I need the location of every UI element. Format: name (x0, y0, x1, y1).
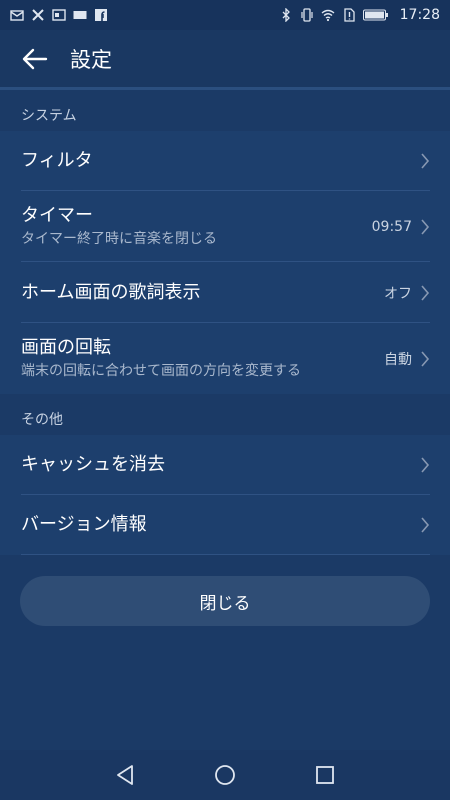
sim-alert-icon (343, 8, 355, 22)
setting-row-lyrics[interactable]: ホーム画面の歌詞表示 オフ (0, 262, 450, 323)
setting-row-version[interactable]: バージョン情報 (0, 495, 450, 555)
section-header-other: その他 (0, 399, 450, 439)
battery-icon (362, 9, 388, 21)
row-text: ホーム画面の歌詞表示 (21, 282, 384, 304)
status-right-icons: 17:28 (279, 7, 440, 23)
bluetooth-icon (282, 8, 290, 22)
square-recents-icon (316, 766, 334, 784)
row-text: フィルタ (21, 150, 420, 172)
page-title: 設定 (70, 47, 112, 72)
nav-back-button[interactable] (111, 761, 139, 789)
card-icon (52, 9, 66, 21)
row-value: 自動 (384, 351, 412, 368)
chevron-right-icon (421, 457, 430, 473)
row-title: フィルタ (21, 150, 93, 171)
section-header-system: システム (0, 95, 450, 135)
app-bar: 設定 (0, 30, 450, 90)
chevron-right-icon (421, 350, 430, 367)
row-subtitle: タイマー終了時に音楽を閉じる (21, 230, 217, 247)
divider (21, 554, 430, 555)
arrow-left-icon (22, 48, 48, 69)
row-value: オフ (384, 285, 412, 302)
circle-home-icon (215, 765, 235, 785)
chevron-right-icon (421, 218, 430, 235)
facebook-icon (95, 9, 107, 21)
nav-recents-button[interactable] (311, 761, 339, 789)
mail-icon (10, 10, 24, 21)
setting-row-clear-cache[interactable]: キャッシュを消去 (0, 435, 450, 495)
tools-icon (32, 9, 44, 21)
setting-row-filter[interactable]: フィルタ (0, 131, 450, 191)
row-subtitle: 端末の回転に合わせて画面の方向を変更する (21, 362, 301, 379)
chevron-right-icon (421, 153, 430, 169)
row-text: タイマー タイマー終了時に音楽を閉じる (21, 205, 372, 249)
row-text: バージョン情報 (21, 514, 420, 536)
back-button[interactable] (0, 29, 70, 89)
chevron-right-icon (421, 284, 430, 301)
status-time: 17:28 (399, 7, 440, 23)
setting-row-timer[interactable]: タイマー タイマー終了時に音楽を閉じる 09:57 (0, 191, 450, 262)
row-title: タイマー (21, 204, 93, 226)
row-title: ホーム画面の歌詞表示 (21, 281, 201, 303)
section-system: フィルタ タイマー タイマー終了時に音楽を閉じる 09:57 ホーム画面の歌詞表… (0, 131, 450, 394)
section-other: キャッシュを消去 バージョン情報 (0, 435, 450, 555)
vibrate-icon (301, 8, 313, 22)
triangle-back-icon (117, 765, 133, 785)
docs-icon (73, 11, 87, 19)
row-title: バージョン情報 (21, 514, 147, 535)
row-text: キャッシュを消去 (21, 454, 420, 476)
row-value: 09:57 (371, 218, 412, 235)
row-title: 画面の回転 (21, 336, 111, 358)
wifi-icon (321, 9, 335, 22)
status-left-icons (10, 8, 108, 22)
row-text: 画面の回転 端末の回転に合わせて画面の方向を変更する (21, 337, 384, 381)
row-title: キャッシュを消去 (21, 454, 165, 475)
setting-row-rotation[interactable]: 画面の回転 端末の回転に合わせて画面の方向を変更する 自動 (0, 323, 450, 394)
status-bar: 17:28 (0, 0, 450, 30)
close-button[interactable]: 閉じる (20, 576, 430, 626)
nav-home-button[interactable] (211, 761, 239, 789)
navigation-bar (0, 750, 450, 800)
chevron-right-icon (421, 517, 430, 533)
